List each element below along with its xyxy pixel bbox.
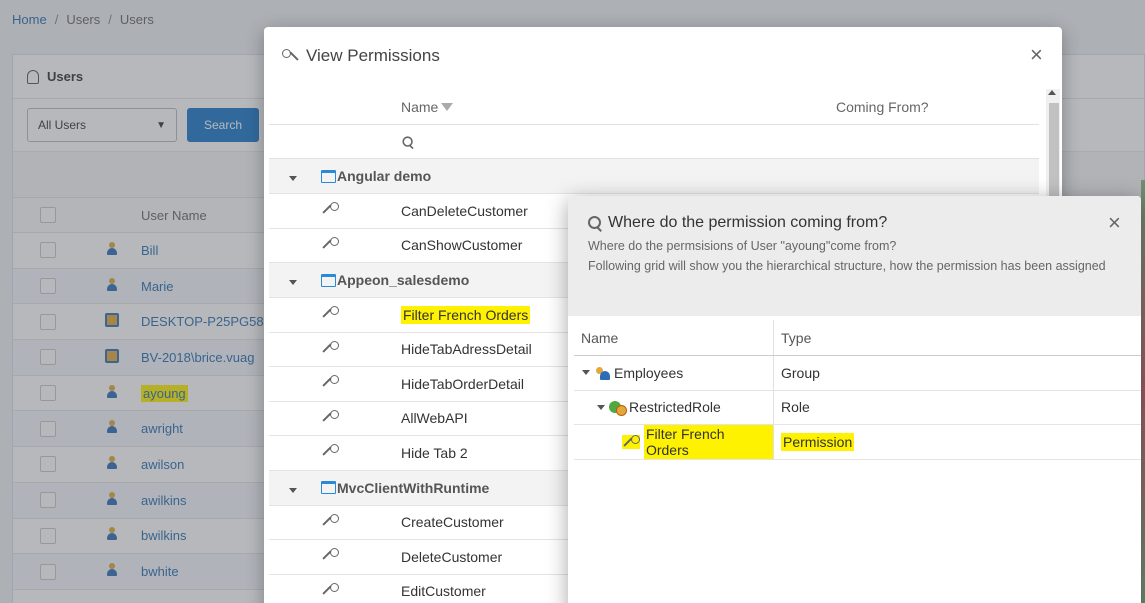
permission-name: EditCustomer: [401, 583, 486, 600]
tree-row-type: Role: [781, 399, 810, 416]
permission-source-title-row: Where do the permission coming from?: [588, 214, 1121, 232]
permission-source-description-1: Where do the permsisions of User "ayoung…: [588, 239, 897, 253]
permission-name: DeleteCustomer: [401, 548, 503, 565]
permission-source-grid: Name Type Employees Group RestrictedRole Ro…: [574, 320, 1141, 460]
key-icon: [321, 236, 339, 251]
collapse-arrow-icon[interactable]: [289, 487, 297, 493]
search-icon[interactable]: [402, 135, 413, 147]
permission-name: AllWebAPI: [401, 410, 468, 427]
tree-row[interactable]: RestrictedRole Role: [574, 390, 1141, 425]
expand-arrow-icon[interactable]: [597, 404, 605, 410]
permission-name: Filter French Orders: [401, 305, 531, 324]
permission-name: CanDeleteCustomer: [401, 202, 528, 219]
permission-source-title: Where do the permission coming from?: [608, 214, 888, 231]
column-header-name[interactable]: Name: [401, 99, 836, 115]
key-icon: [321, 202, 339, 216]
key-icon: [321, 409, 339, 424]
close-icon[interactable]: ×: [1030, 44, 1043, 66]
key-icon: [321, 306, 339, 320]
group-icon: [594, 366, 610, 380]
tree-row[interactable]: Employees Group: [574, 356, 1141, 391]
tree-row-name: RestrictedRole: [629, 399, 721, 416]
permission-name: HideTabOrderDetail: [401, 375, 524, 392]
permissions-filter-row: [269, 125, 1039, 159]
column-header-coming-from[interactable]: Coming From?: [836, 99, 929, 115]
permission-name: HideTabAdressDetail: [401, 341, 532, 358]
tree-row-type: Permission: [781, 432, 855, 451]
role-icon: [609, 400, 627, 417]
key-icon: [321, 375, 339, 389]
application-icon: [321, 169, 336, 183]
tree-row[interactable]: Filter French Orders Permission: [574, 424, 1141, 460]
column-header-name[interactable]: Name: [574, 320, 774, 355]
view-permissions-header: View Permissions: [264, 27, 1062, 85]
key-icon: [282, 49, 300, 63]
tree-row-name: Employees: [614, 364, 684, 381]
close-icon[interactable]: ×: [1108, 212, 1121, 234]
collapse-arrow-icon[interactable]: [289, 280, 297, 285]
permission-name: CanShowCustomer: [401, 237, 523, 254]
permission-source-grid-body: Employees Group RestrictedRole Role Filter F…: [574, 356, 1141, 460]
search-icon: [588, 216, 602, 230]
key-icon: [321, 582, 339, 597]
permission-source-description-2: Following grid will show you the hierarc…: [588, 259, 1106, 273]
group-row[interactable]: Angular demo: [269, 159, 1039, 194]
key-icon: [622, 434, 640, 449]
key-icon: [321, 548, 339, 562]
application-icon: [321, 273, 336, 287]
view-permissions-title: View Permissions: [306, 46, 440, 65]
permission-source-header: Where do the permission coming from? Whe…: [568, 196, 1141, 316]
column-header-type[interactable]: Type: [774, 330, 1141, 346]
group-name: MvcClientWithRuntime: [337, 479, 490, 496]
group-name: Appeon_salesdemo: [337, 272, 470, 288]
permission-source-modal: Where do the permission coming from? Whe…: [568, 196, 1141, 603]
tree-row-name: Filter French Orders: [643, 424, 773, 459]
permission-name: Hide Tab 2: [401, 444, 468, 461]
permission-name: CreateCustomer: [401, 514, 504, 531]
group-name: Angular demo: [337, 168, 432, 184]
key-icon: [321, 513, 339, 528]
column-header-name-label: Name: [401, 98, 439, 115]
collapse-arrow-icon[interactable]: [289, 176, 297, 181]
permission-source-grid-header: Name Type: [574, 320, 1141, 356]
key-icon: [321, 340, 339, 355]
application-icon: [321, 481, 336, 494]
tree-row-type: Group: [781, 364, 820, 381]
key-icon: [321, 444, 339, 458]
filter-icon[interactable]: [441, 102, 454, 111]
permissions-grid-header: Name Coming From?: [269, 89, 1039, 125]
scroll-up-arrow[interactable]: [1048, 90, 1056, 95]
expand-arrow-icon[interactable]: [582, 370, 590, 376]
